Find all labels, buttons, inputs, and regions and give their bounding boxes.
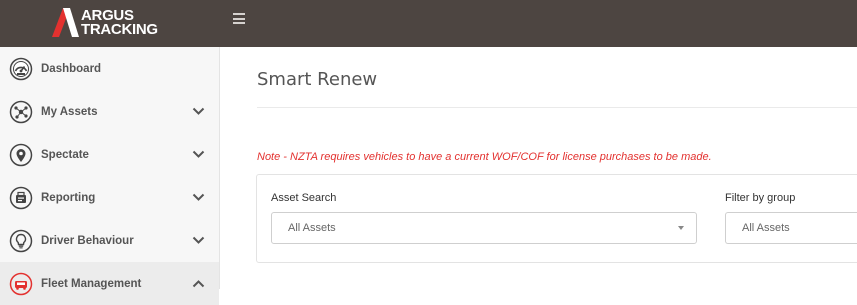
hamburger-icon[interactable] xyxy=(233,13,245,24)
logo-line-2: TRACKING xyxy=(81,21,158,38)
chevron-down-icon[interactable] xyxy=(192,107,205,116)
sidebar-item-driver-behaviour[interactable]: Driver Behaviour xyxy=(0,219,219,262)
asset-search-value: All Assets xyxy=(288,222,336,234)
logo-text: ARGUS TRACKING xyxy=(81,8,158,38)
sidebar-item-label: Fleet Management xyxy=(41,277,142,290)
search-panel: Asset Search All Assets Filter by group … xyxy=(256,174,857,263)
lightbulb-icon xyxy=(9,229,33,252)
main-content: Smart Renew Note - NZTA requires vehicle… xyxy=(221,47,857,289)
chevron-up-icon[interactable] xyxy=(192,279,205,288)
nzta-note: Note - NZTA requires vehicles to have a … xyxy=(257,151,712,163)
map-pin-icon xyxy=(9,143,33,166)
sidebar-item-label: Driver Behaviour xyxy=(41,234,134,247)
sidebar-item-label: Dashboard xyxy=(41,62,102,75)
argus-logo-mark-icon xyxy=(52,8,79,37)
network-icon xyxy=(9,100,33,123)
filter-by-group-select[interactable]: All Assets xyxy=(725,212,857,244)
filter-by-group-value: All Assets xyxy=(742,222,790,234)
sidebar-item-label: My Assets xyxy=(41,105,98,118)
chevron-down-icon[interactable] xyxy=(192,150,205,159)
speedometer-icon xyxy=(9,57,33,80)
asset-search-select[interactable]: All Assets xyxy=(271,212,697,244)
page-title: Smart Renew xyxy=(257,69,378,90)
sidebar-item-spectate[interactable]: Spectate xyxy=(0,133,219,176)
sidebar-item-label: Spectate xyxy=(41,148,89,161)
dropdown-caret-icon xyxy=(678,226,684,230)
asset-search-label: Asset Search xyxy=(271,192,337,204)
sidebar-item-reporting[interactable]: Reporting xyxy=(0,176,219,219)
sidebar-item-dashboard[interactable]: Dashboard xyxy=(0,47,219,90)
filter-by-group-label: Filter by group xyxy=(725,192,796,204)
sidebar-item-my-assets[interactable]: My Assets xyxy=(0,90,219,133)
sidebar: Dashboard My Assets Spectate Reporting D… xyxy=(0,47,220,305)
chevron-down-icon[interactable] xyxy=(192,236,205,245)
argus-tracking-logo[interactable]: ARGUS TRACKING xyxy=(50,4,158,40)
title-divider xyxy=(257,107,857,108)
fleet-icon xyxy=(9,272,33,295)
chevron-down-icon[interactable] xyxy=(192,193,205,202)
sidebar-item-label: Reporting xyxy=(41,191,96,204)
top-bar: ARGUS TRACKING xyxy=(0,0,857,47)
sidebar-item-fleet-management[interactable]: Fleet Management xyxy=(0,262,219,305)
report-icon xyxy=(9,186,33,209)
